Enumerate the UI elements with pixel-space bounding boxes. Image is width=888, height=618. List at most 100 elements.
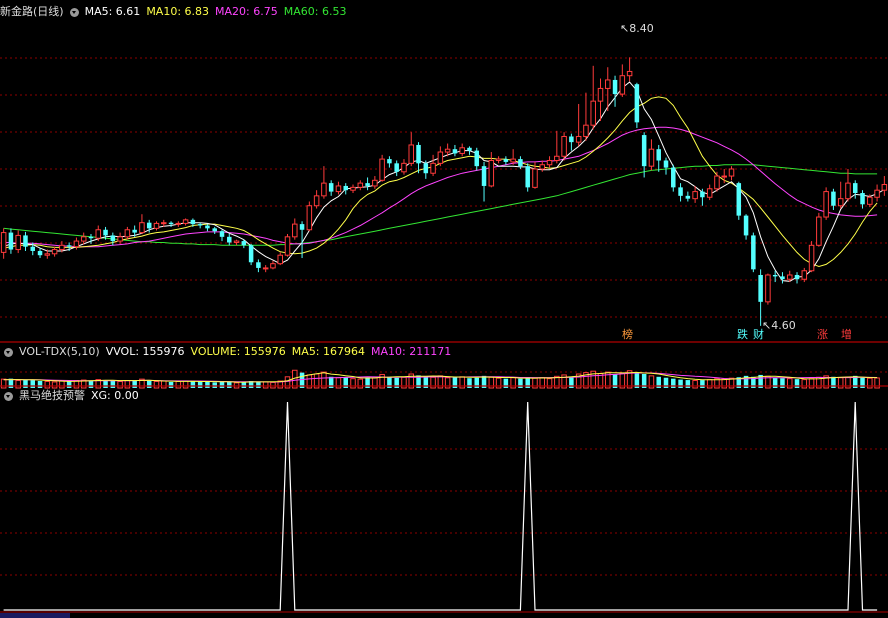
candlesticks: [0, 57, 888, 326]
candle-104: [758, 269, 763, 326]
event-tag-zeng[interactable]: 增: [840, 329, 853, 341]
ma20-value: MA20: 6.75: [215, 5, 278, 18]
candle-121: [881, 176, 888, 196]
candle-56: [408, 132, 415, 167]
candle-45: [328, 180, 334, 196]
candle-body: [751, 235, 756, 270]
candle-body: [736, 183, 742, 216]
candle-body: [205, 225, 210, 229]
candle-70: [510, 149, 516, 165]
candle-112: [816, 212, 822, 247]
candle-49: [357, 180, 364, 191]
candle-body: [124, 229, 131, 238]
candle-body: [103, 229, 108, 236]
candle-77: [561, 132, 567, 161]
candle-body: [532, 168, 538, 188]
volume-bar-4: [30, 380, 36, 388]
candle-body: [15, 234, 21, 251]
candle-58: [423, 160, 429, 179]
candle-111: [808, 241, 815, 273]
volume-bar-22: [161, 380, 167, 389]
xg-signal-polyline: [3, 401, 878, 611]
candle-66: [481, 161, 487, 202]
candle-body: [51, 249, 58, 255]
low-price-label: ↖4.60: [762, 319, 796, 332]
date-axis-marker: [0, 613, 70, 618]
volume-bar-35: [256, 381, 261, 388]
signal-title: 黑马绝技预警: [19, 389, 85, 402]
event-tag-bang[interactable]: 榜: [621, 329, 634, 341]
candle-body: [212, 228, 217, 232]
volume-bar-8: [59, 380, 65, 389]
candle-120: [874, 184, 880, 202]
candle-body: [525, 166, 530, 188]
candle-82: [597, 78, 604, 121]
volume-bar-17: [124, 380, 131, 389]
candle-90: [656, 144, 661, 172]
candle-body: [8, 232, 14, 250]
volume-bar-24: [175, 380, 182, 389]
volume-bar-49: [357, 378, 364, 389]
candle-35: [256, 259, 261, 273]
candle-body: [408, 144, 415, 164]
candle-body: [459, 147, 465, 154]
candle-body: [816, 216, 822, 246]
event-tag-die[interactable]: 跌: [736, 329, 749, 341]
grid-lines: [0, 57, 888, 576]
volume-bar-110: [801, 379, 808, 389]
volume-bar-20: [146, 381, 152, 388]
dropdown-icon[interactable]: [4, 391, 13, 401]
dropdown-icon[interactable]: [69, 7, 79, 17]
candle-body: [648, 148, 655, 167]
candle-body: [387, 159, 392, 164]
candle-body: [328, 183, 334, 192]
candle-body: [597, 87, 604, 102]
candle-93: [678, 183, 683, 202]
candle-body: [444, 148, 451, 153]
kline-chart[interactable]: [0, 0, 888, 618]
candle-88: [641, 132, 647, 178]
candle-46: [335, 181, 342, 195]
candle-100: [728, 166, 735, 181]
candle-body: [656, 149, 661, 161]
candle-53: [387, 156, 392, 168]
candle-body: [146, 222, 152, 229]
candle-body: [248, 245, 254, 263]
candle-63: [459, 143, 465, 157]
volume-bar-12: [88, 381, 94, 388]
candle-55: [401, 159, 407, 175]
candle-42: [306, 201, 313, 232]
candle-body: [270, 263, 276, 269]
candle-body: [350, 186, 356, 191]
candle-47: [343, 183, 348, 195]
candle-body: [728, 168, 735, 177]
candle-body: [823, 191, 829, 218]
dropdown-icon[interactable]: [4, 347, 13, 357]
candle-body: [554, 155, 560, 162]
candle-body: [590, 100, 596, 126]
candle-12: [88, 234, 94, 244]
candle-40: [292, 218, 298, 240]
candle-114: [831, 188, 836, 210]
candle-17: [124, 226, 131, 240]
candle-body: [837, 198, 844, 207]
candle-body: [488, 160, 495, 187]
candle-body: [284, 236, 291, 256]
candle-28: [205, 224, 210, 232]
candle-body: [30, 246, 36, 251]
candle-body: [423, 163, 429, 174]
candle-body: [233, 240, 240, 243]
event-tag-zhang[interactable]: 涨: [816, 329, 829, 341]
candle-body: [852, 183, 858, 194]
candle-body: [110, 235, 116, 242]
candle-body: [474, 150, 480, 167]
volume-bar-2: [15, 380, 21, 389]
candle-109: [794, 272, 800, 284]
candle-body: [714, 175, 720, 190]
candle-84: [612, 75, 618, 107]
candle-body: [881, 184, 888, 191]
candle-body: [313, 195, 320, 207]
event-tag-cai[interactable]: 财: [752, 329, 765, 341]
candle-body: [73, 240, 80, 248]
candle-body: [561, 135, 567, 157]
